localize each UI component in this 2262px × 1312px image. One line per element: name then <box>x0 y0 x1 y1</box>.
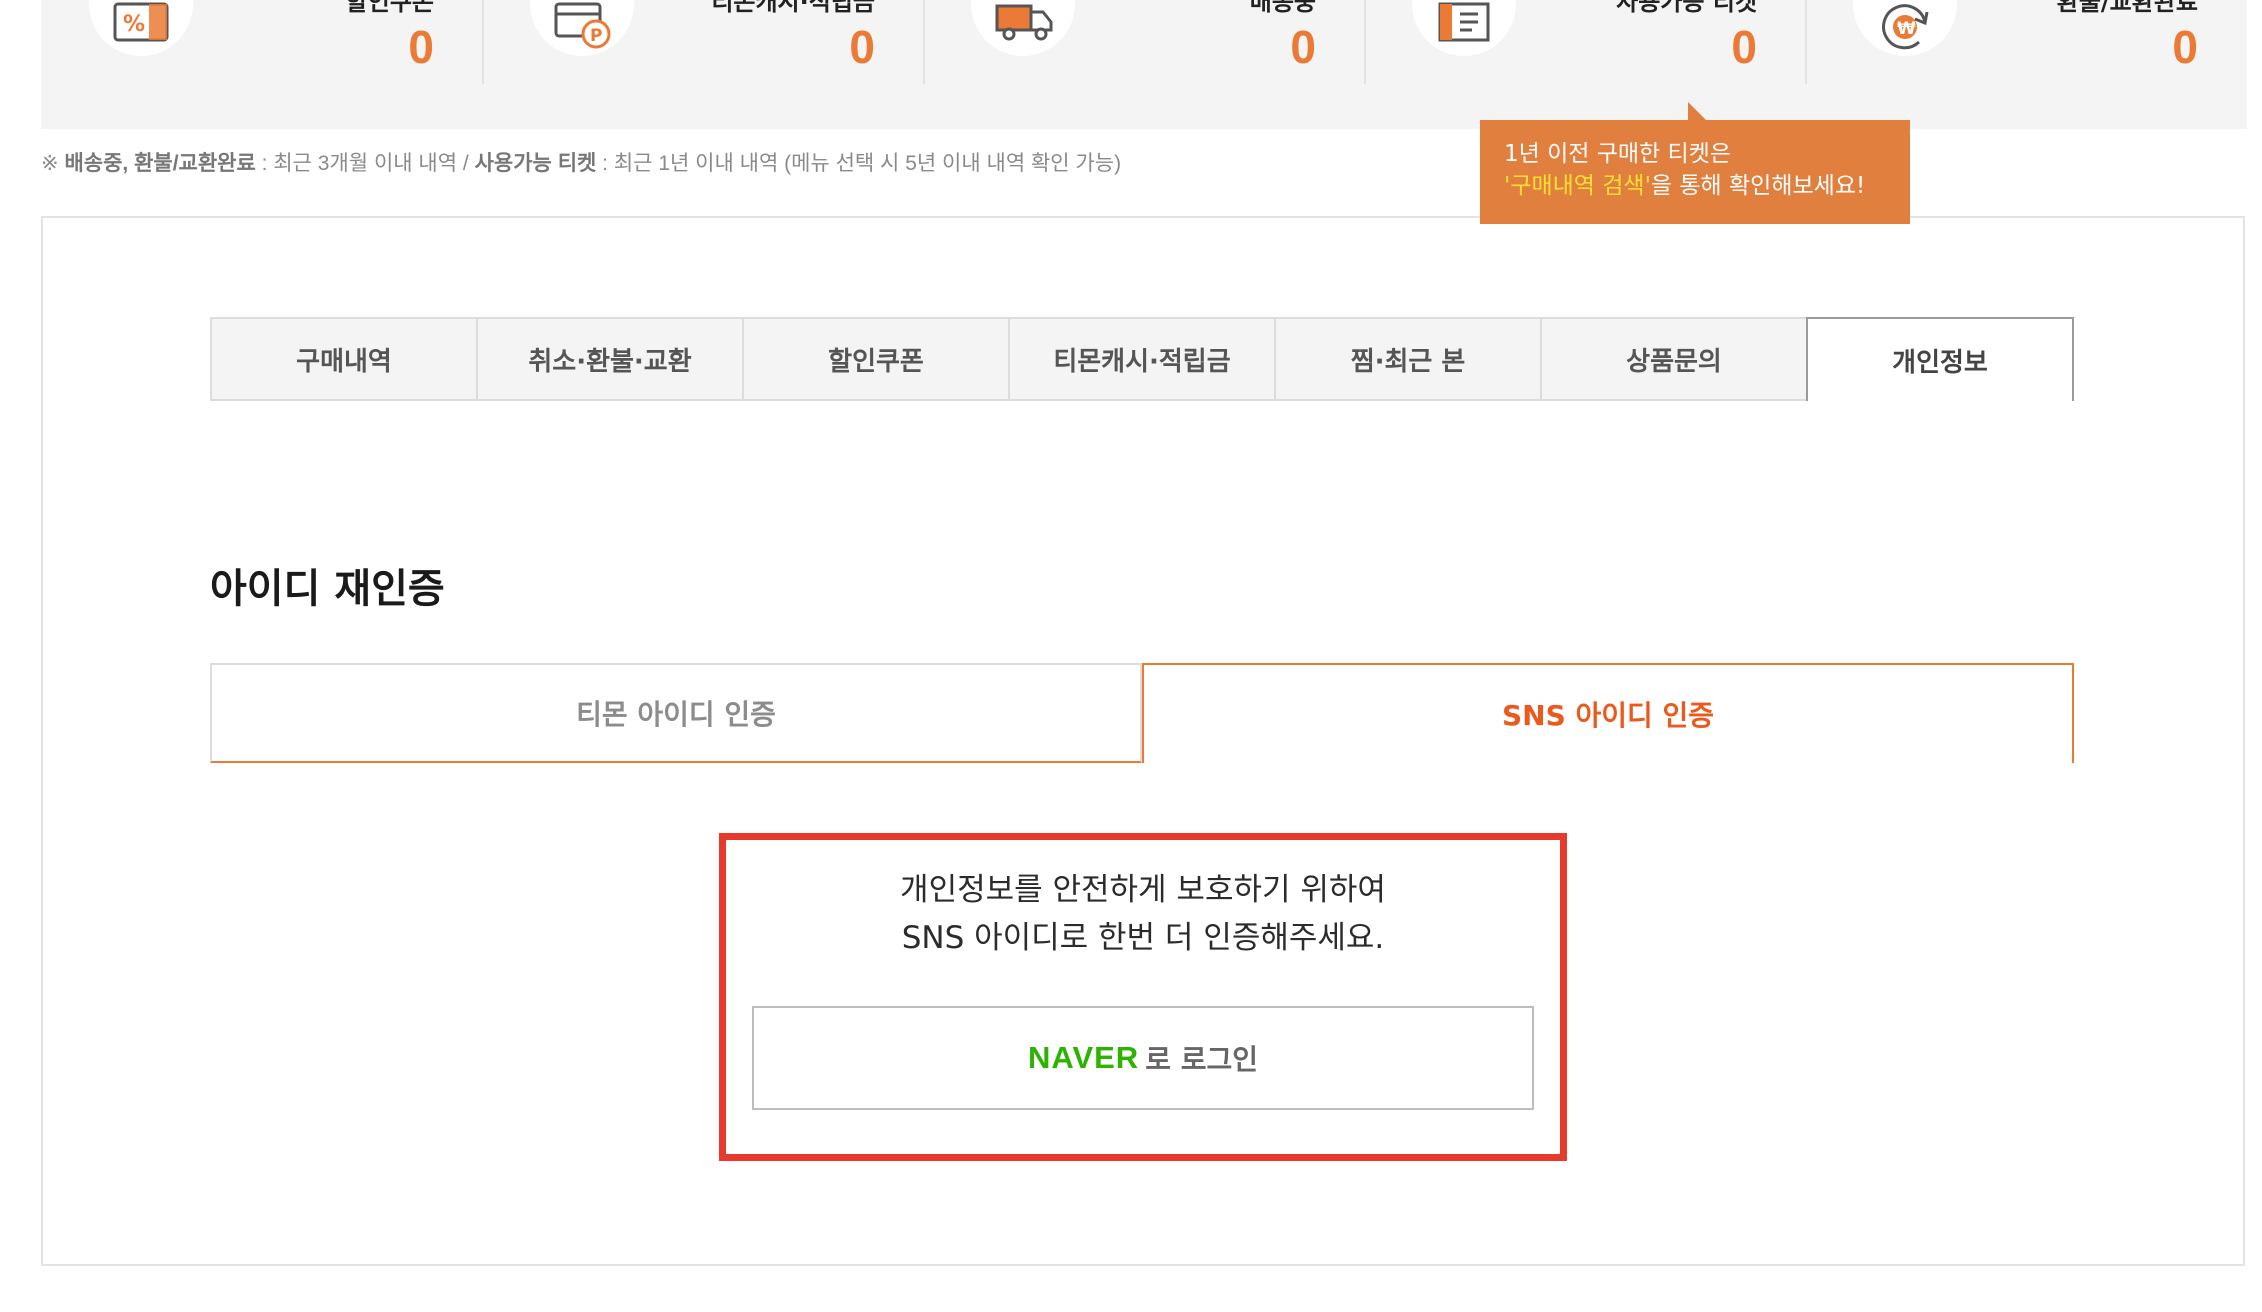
note-text-1: : 최근 3개월 이내 내역 / <box>255 152 475 175</box>
summary-stats-bar: % 할인쿠폰 0 P 티몬캐시·적립금 0 배송중 0 사용가능 티켓 0 ₩ … <box>41 0 2247 129</box>
coupon-icon: % <box>113 2 169 42</box>
tooltip-line-2-rest: 을 통해 확인해보세요! <box>1650 173 1866 199</box>
page-title: 아이디 재인증 <box>210 566 445 612</box>
naver-logo: NAVER <box>1027 1040 1140 1075</box>
note-prefix: ※ <box>41 152 65 175</box>
naver-login-button[interactable]: NAVER 로 로그인 <box>752 1006 1534 1110</box>
svg-text:%: % <box>123 12 145 37</box>
auth-message-line-1: 개인정보를 안전하게 보호하기 위하여 <box>900 872 1386 908</box>
auth-method-tabs: 티몬 아이디 인증 SNS 아이디 인증 <box>210 663 2074 763</box>
stat-refund-exchange[interactable]: ₩ 환불/교환완료 0 <box>1805 0 2246 129</box>
stat-label: 할인쿠폰 <box>345 0 434 16</box>
stat-count: 0 <box>408 21 434 73</box>
ticket-icon <box>1438 2 1490 42</box>
ticket-icon-circle <box>1412 0 1516 56</box>
stat-label: 배송중 <box>1249 0 1316 16</box>
stat-count: 0 <box>1731 21 1757 73</box>
tooltip-line-1: 1년 이전 구매한 티켓은 <box>1504 141 1732 167</box>
note-bold-shipping: 배송중, 환불/교환완료 <box>64 152 256 175</box>
point-card-icon: P <box>554 2 611 49</box>
stat-label: 환불/교환완료 <box>2056 0 2198 16</box>
tooltip-line-2: '구매내역 검색'을 통해 확인해보세요! <box>1504 170 1886 202</box>
stat-coupon[interactable]: % 할인쿠폰 0 <box>41 0 482 129</box>
stat-count: 0 <box>1290 21 1316 73</box>
tab-tmon-id-auth[interactable]: 티몬 아이디 인증 <box>210 663 1142 763</box>
auth-message: 개인정보를 안전하게 보호하기 위하여 SNS 아이디로 한번 더 인증해주세요… <box>726 866 1560 962</box>
stat-tickets[interactable]: 사용가능 티켓 0 <box>1364 0 1805 129</box>
tab-sns-id-auth[interactable]: SNS 아이디 인증 <box>1142 663 2074 763</box>
tab-purchase-history[interactable]: 구매내역 <box>210 317 476 401</box>
stat-label: 티몬캐시·적립금 <box>711 0 875 16</box>
mypage-tabs: 구매내역 취소·환불·교환 할인쿠폰 티몬캐시·적립금 찜·최근 본 상품문의 … <box>210 317 2074 401</box>
stat-count: 0 <box>849 21 875 73</box>
tab-cancel-refund-exchange[interactable]: 취소·환불·교환 <box>476 317 742 401</box>
note-bold-tickets: 사용가능 티켓 <box>474 152 597 175</box>
tab-product-inquiry[interactable]: 상품문의 <box>1540 317 1806 401</box>
stat-cash-points[interactable]: P 티몬캐시·적립금 0 <box>482 0 923 129</box>
tab-coupons[interactable]: 할인쿠폰 <box>742 317 1008 401</box>
sns-auth-box: 개인정보를 안전하게 보호하기 위하여 SNS 아이디로 한번 더 인증해주세요… <box>719 833 1567 1161</box>
truck-icon-circle <box>971 0 1075 56</box>
tooltip-highlight-link[interactable]: '구매내역 검색' <box>1504 173 1651 199</box>
tab-cash-points[interactable]: 티몬캐시·적립금 <box>1008 317 1274 401</box>
tab-personal-info[interactable]: 개인정보 <box>1806 317 2074 401</box>
stat-shipping[interactable]: 배송중 0 <box>923 0 1364 129</box>
naver-login-label: 로 로그인 <box>1145 1043 1258 1076</box>
auth-message-line-2: SNS 아이디로 한번 더 인증해주세요. <box>901 920 1385 956</box>
refund-won-icon-circle: ₩ <box>1853 0 1957 56</box>
tab-wishlist-recent[interactable]: 찜·최근 본 <box>1274 317 1540 401</box>
coupon-icon-circle: % <box>89 0 193 56</box>
truck-icon <box>995 4 1053 41</box>
point-card-icon-circle: P <box>530 0 634 56</box>
stat-count: 0 <box>2172 21 2198 73</box>
svg-text:P: P <box>590 26 602 46</box>
note-text-2: : 최근 1년 이내 내역 (메뉴 선택 시 5년 이내 내역 확인 가능) <box>596 152 1122 175</box>
ticket-tooltip: 1년 이전 구매한 티켓은 '구매내역 검색'을 통해 확인해보세요! <box>1480 102 1910 224</box>
svg-text:₩: ₩ <box>1897 19 1916 39</box>
refund-won-icon: ₩ <box>1882 4 1929 50</box>
stat-label: 사용가능 티켓 <box>1616 0 1757 16</box>
history-period-note: ※ 배송중, 환불/교환완료 : 최근 3개월 이내 내역 / 사용가능 티켓 … <box>41 147 1121 177</box>
